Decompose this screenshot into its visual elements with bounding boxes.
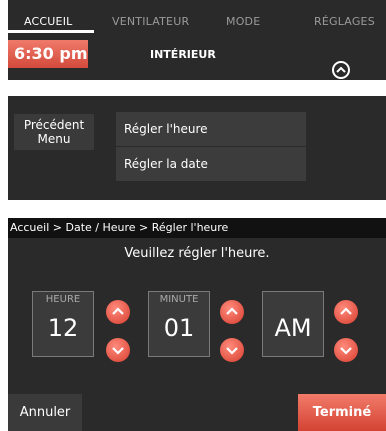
indoor-label: INTÉRIEUR [150, 48, 216, 61]
menu-item-set-time[interactable]: Régler l'heure [116, 112, 306, 146]
minute-value: 01 [163, 314, 195, 342]
chevron-up-icon [336, 66, 346, 73]
done-button[interactable]: Terminé [298, 394, 386, 431]
chevron-up-icon [112, 307, 124, 315]
hour-field: HEURE 12 [32, 291, 94, 357]
set-time-panel: Accueil > Date / Heure > Régler l'heure … [8, 218, 386, 431]
hour-label: HEURE [45, 294, 81, 305]
ampm-value: AM [274, 314, 312, 342]
collapse-button[interactable] [332, 61, 350, 79]
tab-fan[interactable]: VENTILATEUR [112, 8, 189, 36]
ampm-field: AM [262, 291, 324, 357]
chevron-up-icon [340, 307, 352, 315]
tab-mode[interactable]: MODE [226, 8, 260, 36]
minute-increase-button[interactable] [220, 300, 244, 324]
menu-item-set-date[interactable]: Régler la date [116, 147, 306, 181]
chevron-down-icon [226, 347, 238, 355]
minute-decrease-button[interactable] [220, 338, 244, 362]
ampm-decrease-button[interactable] [334, 338, 358, 362]
home-screen-panel: ACCUEIL VENTILATEUR MODE RÉGLAGES 6:30 p… [8, 0, 386, 80]
hour-increase-button[interactable] [106, 300, 130, 324]
chevron-up-icon [226, 307, 238, 315]
time-display-badge: 6:30 pm [8, 40, 88, 68]
ampm-increase-button[interactable] [334, 300, 358, 324]
hour-decrease-button[interactable] [106, 338, 130, 362]
date-time-menu-panel: Précédent Menu Régler l'heure Régler la … [8, 96, 386, 200]
minute-field: MINUTE 01 [148, 291, 210, 357]
cancel-button[interactable]: Annuler [8, 394, 82, 431]
set-time-prompt: Veuillez régler l'heure. [124, 246, 270, 261]
chevron-down-icon [340, 347, 352, 355]
previous-menu-button[interactable]: Précédent Menu [14, 114, 94, 150]
hour-value: 12 [47, 314, 79, 342]
previous-menu-label: Précédent Menu [23, 118, 85, 146]
chevron-down-icon [112, 347, 124, 355]
minute-label: MINUTE [159, 294, 199, 305]
breadcrumb: Accueil > Date / Heure > Régler l'heure [8, 218, 386, 238]
active-tab-indicator [8, 30, 94, 33]
tab-settings[interactable]: RÉGLAGES [314, 8, 375, 36]
